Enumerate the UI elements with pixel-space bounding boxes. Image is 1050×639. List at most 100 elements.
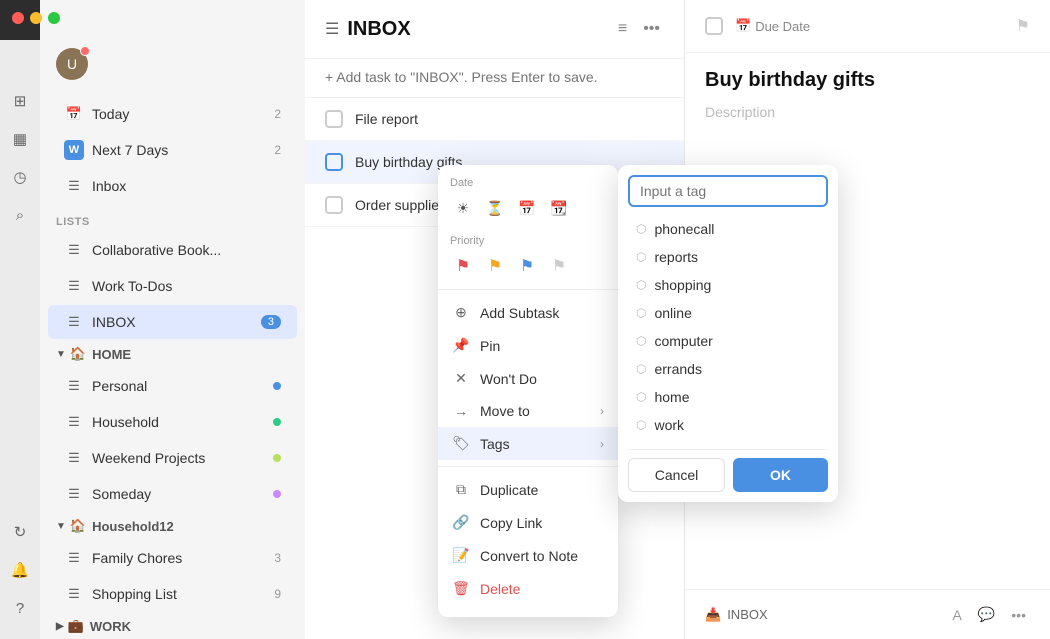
menu-item-add-subtask[interactable]: ⊕ Add Subtask xyxy=(438,296,618,329)
home-icon-btn[interactable]: ⊞ xyxy=(5,86,35,116)
sidebar-item-next7days[interactable]: W Next 7 Days 2 xyxy=(48,133,297,167)
task-list-header: ☰ INBOX ≡ ••• xyxy=(305,0,684,59)
bell-icon-btn[interactable]: 🔔 xyxy=(5,555,35,585)
sidebar-label-shopping-list: Shopping List xyxy=(92,586,270,602)
move-to-arrow-icon: › xyxy=(600,404,604,418)
clock-icon-btn[interactable]: ◷ xyxy=(5,162,35,192)
calendar-recurring-icon[interactable]: 📆 xyxy=(546,195,572,221)
menu-item-convert-to-note[interactable]: 📝 Convert to Note xyxy=(438,539,618,572)
priority-1-flag[interactable]: ⚑ xyxy=(450,253,476,279)
task-checkbox-1[interactable] xyxy=(325,153,343,171)
sidebar-count-family-chores: 3 xyxy=(274,551,281,565)
home-chevron-icon: ▼ xyxy=(56,349,66,360)
due-date-area[interactable]: 📅 Due Date xyxy=(735,18,1016,34)
search-icon-btn[interactable]: ⌕ xyxy=(5,200,35,230)
priority-section-label: Priority xyxy=(438,233,618,247)
menu-item-copy-link[interactable]: 🔗 Copy Link xyxy=(438,506,618,539)
tags-icon: 🏷 xyxy=(452,435,470,452)
calendar-icon-btn[interactable]: ▦ xyxy=(5,124,35,154)
shopping-list-icon: ☰ xyxy=(64,584,84,604)
traffic-lights[interactable] xyxy=(12,12,60,24)
work-group-icon: 💼 xyxy=(68,618,84,634)
add-task-input[interactable] xyxy=(325,69,664,85)
comment-icon-btn[interactable]: 💬 xyxy=(974,602,999,627)
priority-none-flag[interactable]: ⚑ xyxy=(546,253,572,279)
list-item[interactable]: ⬡ online xyxy=(628,299,828,327)
table-row[interactable]: File report xyxy=(305,98,684,141)
tag-label-errands: errands xyxy=(654,361,701,377)
sidebar-item-inbox[interactable]: ☰ Inbox xyxy=(48,169,297,203)
household-group-count: 12 xyxy=(159,519,173,534)
sidebar-item-inbox-list[interactable]: ☰ INBOX 3 xyxy=(48,305,297,339)
sidebar-item-shopping-list[interactable]: ☰ Shopping List 9 xyxy=(48,577,297,611)
ok-button[interactable]: OK xyxy=(733,458,828,492)
menu-item-wont-do[interactable]: ✕ Won't Do xyxy=(438,362,618,395)
list-item[interactable]: ⬡ computer xyxy=(628,327,828,355)
sidebar-item-work-todos[interactable]: ☰ Work To-Dos xyxy=(48,269,297,303)
sidebar-item-collab-book[interactable]: ☰ Collaborative Book... xyxy=(48,233,297,267)
refresh-icon-btn[interactable]: ↻ xyxy=(5,517,35,547)
sidebar-item-weekend-projects[interactable]: ☰ Weekend Projects xyxy=(48,441,297,475)
sidebar-item-today[interactable]: 📅 Today 2 xyxy=(48,97,297,131)
priority-3-flag[interactable]: ⚑ xyxy=(514,253,540,279)
task-list-header-icon: ☰ xyxy=(325,19,339,39)
menu-item-duplicate[interactable]: ⧉ Duplicate xyxy=(438,473,618,506)
add-subtask-icon: ⊕ xyxy=(452,304,470,321)
task-checkbox-0[interactable] xyxy=(325,110,343,128)
tag-icon-computer: ⬡ xyxy=(636,334,646,348)
menu-label-copy-link: Copy Link xyxy=(480,515,604,531)
lists-section-header: Lists xyxy=(40,204,305,232)
more-detail-btn[interactable]: ••• xyxy=(1007,602,1030,627)
maximize-button[interactable] xyxy=(48,12,60,24)
minimize-button[interactable] xyxy=(30,12,42,24)
sidebar-item-family-chores[interactable]: ☰ Family Chores 3 xyxy=(48,541,297,575)
detail-task-checkbox[interactable] xyxy=(705,17,723,35)
household-chevron-icon: ▼ xyxy=(56,521,66,532)
menu-label-add-subtask: Add Subtask xyxy=(480,305,604,321)
tag-icon-work: ⬡ xyxy=(636,418,646,432)
list-item[interactable]: ⬡ work xyxy=(628,411,828,439)
group-header-work[interactable]: ▶ 💼 WORK xyxy=(40,612,305,639)
date-row: ☀ ⏳ 📅 📆 xyxy=(438,191,618,225)
list-item[interactable]: ⬡ home xyxy=(628,383,828,411)
more-btn[interactable]: ••• xyxy=(639,16,664,42)
group-header-household[interactable]: ▼ 🏠 Household 12 xyxy=(40,512,305,540)
help-icon-btn[interactable]: ? xyxy=(5,593,35,623)
household-group-label: Household xyxy=(92,519,159,534)
cancel-button[interactable]: Cancel xyxy=(628,458,725,492)
menu-item-pin[interactable]: 📌 Pin xyxy=(438,329,618,362)
tag-list: ⬡ phonecall ⬡ reports ⬡ shopping ⬡ onlin… xyxy=(628,215,828,439)
tag-label-computer: computer xyxy=(654,333,712,349)
avatar-badge xyxy=(80,46,90,56)
priority-2-flag[interactable]: ⚑ xyxy=(482,253,508,279)
menu-item-delete[interactable]: 🗑 Delete xyxy=(438,572,618,605)
list-item[interactable]: ⬡ shopping xyxy=(628,271,828,299)
task-checkbox-2[interactable] xyxy=(325,196,343,214)
calendar-icon: 📅 xyxy=(735,18,751,34)
sidebar-items: 📅 Today 2 W Next 7 Days 2 ☰ Inbox Lists … xyxy=(40,96,305,639)
close-button[interactable] xyxy=(12,12,24,24)
hourglass-date-icon[interactable]: ⏳ xyxy=(482,195,508,221)
sidebar-count-today: 2 xyxy=(274,107,281,121)
sidebar-item-personal[interactable]: ☰ Personal xyxy=(48,369,297,403)
menu-item-tags[interactable]: 🏷 Tags › xyxy=(438,427,618,460)
detail-description[interactable]: Description xyxy=(705,104,1030,120)
flag-icon[interactable]: ⚑ xyxy=(1016,16,1030,36)
menu-item-move-to[interactable]: → Move to › xyxy=(438,395,618,427)
list-item[interactable]: ⬡ reports xyxy=(628,243,828,271)
add-task-bar[interactable] xyxy=(305,59,684,98)
sidebar-item-someday[interactable]: ☰ Someday xyxy=(48,477,297,511)
sun-date-icon[interactable]: ☀ xyxy=(450,195,476,221)
group-header-home[interactable]: ▼ 🏠 HOME xyxy=(40,340,305,368)
calendar-specific-icon[interactable]: 📅 xyxy=(514,195,540,221)
filter-btn[interactable]: ≡ xyxy=(614,16,631,42)
sidebar-item-household[interactable]: ☰ Household xyxy=(48,405,297,439)
user-avatar-area[interactable]: U xyxy=(40,40,305,96)
format-icon-btn[interactable]: A xyxy=(949,602,966,627)
context-section-2: ⧉ Duplicate 🔗 Copy Link 📝 Convert to Not… xyxy=(438,467,618,611)
avatar[interactable]: U xyxy=(56,48,88,80)
list-item[interactable]: ⬡ phonecall xyxy=(628,215,828,243)
tag-input[interactable] xyxy=(628,175,828,207)
list-item[interactable]: ⬡ errands xyxy=(628,355,828,383)
someday-icon: ☰ xyxy=(64,484,84,504)
